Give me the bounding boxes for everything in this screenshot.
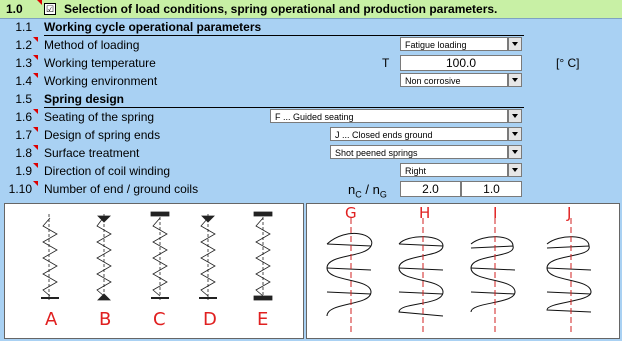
variant-label: J [567, 204, 572, 222]
row-label: Design of spring ends [44, 128, 161, 142]
comment-marker [33, 181, 38, 186]
variant-label: G [345, 204, 357, 222]
spring-ends-drawing [326, 218, 592, 334]
variant-label: B [99, 309, 112, 330]
row-number: 1.10 [8, 182, 32, 196]
row-label: Seating of the spring [44, 110, 155, 124]
row-number: 1.1 [15, 20, 32, 34]
ends-dropdown-button[interactable] [508, 127, 522, 141]
seating-dropdown-button[interactable] [508, 109, 522, 123]
loading-dropdown-button[interactable] [508, 37, 522, 51]
row-number: 1.4 [15, 74, 32, 88]
row-number: 1.3 [15, 56, 32, 70]
comment-marker [33, 163, 38, 168]
variant-label: E [257, 309, 269, 330]
loading-select[interactable]: Fatigue loading [400, 37, 508, 51]
comment-marker [33, 37, 38, 42]
comment-marker [33, 55, 38, 60]
spring-seating-diagram: A B C D E [4, 203, 304, 339]
temperature-input[interactable]: 100.0 [400, 55, 522, 71]
surface-select[interactable]: Shot peened springs [330, 145, 508, 159]
spring-ends-diagram: G H I J [306, 203, 620, 339]
row-number: 1.9 [15, 164, 32, 178]
variant-label: I [493, 204, 498, 222]
row-label: Number of end / ground coils [44, 182, 199, 196]
environment-select[interactable]: Non corrosive [400, 73, 508, 87]
section-header: 1.0 ☑ Selection of load conditions, spri… [0, 0, 622, 19]
comment-marker [33, 73, 38, 78]
row-number: 1.7 [15, 128, 32, 142]
section-checkbox[interactable]: ☑ [44, 3, 56, 15]
environment-dropdown-button[interactable] [508, 73, 522, 87]
temperature-symbol: T [382, 56, 390, 70]
comment-marker [33, 127, 38, 132]
row-label: Surface treatment [44, 146, 140, 160]
ends-select[interactable]: J ... Closed ends ground [330, 127, 508, 141]
comment-marker [37, 0, 42, 5]
comment-marker [33, 145, 38, 150]
direction-select[interactable]: Right [400, 163, 508, 177]
row-label: Method of loading [44, 38, 140, 52]
divider [44, 107, 524, 108]
seating-select[interactable]: F ... Guided seating [270, 109, 508, 123]
variant-label: D [203, 309, 217, 330]
section-title: Selection of load conditions, spring ope… [64, 2, 498, 16]
section-number: 1.0 [6, 2, 23, 16]
divider [44, 35, 524, 36]
row-label: Working temperature [44, 56, 156, 70]
variant-label: C [153, 309, 166, 330]
surface-dropdown-button[interactable] [508, 145, 522, 159]
direction-dropdown-button[interactable] [508, 163, 522, 177]
subsection-title: Working cycle operational parameters [44, 20, 262, 34]
ng-input[interactable]: 1.0 [461, 181, 522, 197]
row-number: 1.6 [15, 110, 32, 124]
nc-input[interactable]: 2.0 [400, 181, 461, 197]
temperature-unit: [° C] [556, 56, 580, 70]
coils-symbol: nC / nG [348, 182, 387, 200]
variant-label: A [45, 309, 58, 330]
subsection-title: Spring design [44, 92, 125, 106]
row-number: 1.2 [15, 38, 32, 52]
row-number: 1.5 [15, 92, 32, 106]
comment-marker [33, 109, 38, 114]
variant-label: H [419, 204, 431, 222]
row-label: Working environment [44, 74, 158, 88]
row-label: Direction of coil winding [44, 164, 171, 178]
row-number: 1.8 [15, 146, 32, 160]
